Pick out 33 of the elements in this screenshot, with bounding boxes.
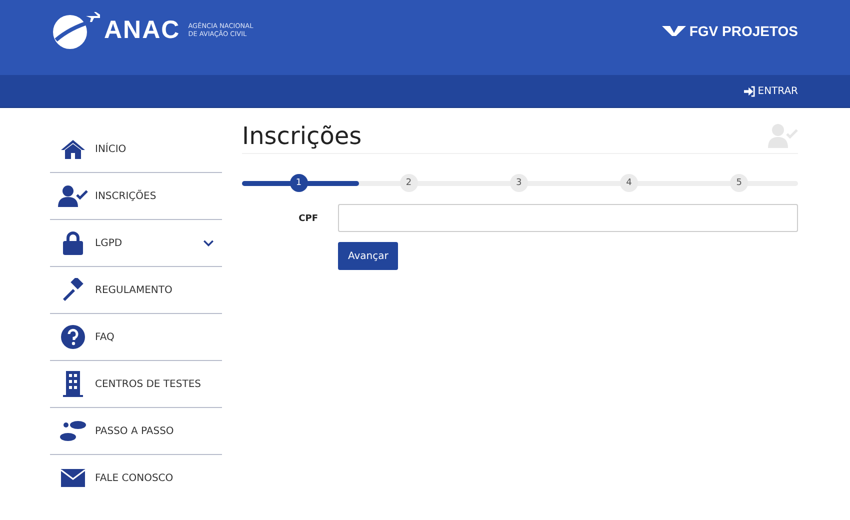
- step-indicator: 5: [730, 174, 748, 192]
- chevron-logo-icon: [662, 25, 686, 37]
- sidebar-item[interactable]: PASSO A PASSO: [50, 408, 222, 455]
- sidebar-item[interactable]: INÍCIO: [50, 126, 222, 173]
- logo-text: ANAC: [104, 16, 180, 44]
- home-icon: [60, 139, 84, 159]
- footprints-icon: [58, 420, 88, 442]
- help-icon: [60, 325, 84, 349]
- login-link[interactable]: ENTRAR: [744, 86, 798, 96]
- field-label: CPF: [298, 213, 318, 226]
- next-button[interactable]: Avançar: [338, 242, 398, 270]
- sidebar-item[interactable]: FAQ: [50, 314, 222, 361]
- sidebar-item[interactable]: REGULAMENTO: [50, 267, 222, 314]
- sidebar-item[interactable]: LGPD: [50, 220, 222, 267]
- airplane-circle-icon: [50, 10, 100, 50]
- gavel-icon: [60, 278, 84, 302]
- step-indicator: 4: [620, 174, 638, 192]
- cpf-input-field[interactable]: [338, 204, 798, 232]
- step-indicator: 1: [290, 174, 308, 192]
- partner-logo-text: FGV PROJETOS: [689, 23, 798, 39]
- user-check-icon: [768, 124, 798, 148]
- building-icon: [62, 371, 82, 397]
- sign-in-icon: [744, 86, 755, 96]
- user-check-icon: [58, 185, 88, 207]
- sidebar-item[interactable]: FALE CONOSCO: [50, 455, 222, 501]
- sidebar-item[interactable]: INSCRIÇÕES: [50, 173, 222, 220]
- step-indicator: 2: [400, 174, 418, 192]
- step-indicator: 3: [510, 174, 528, 192]
- lock-icon: [62, 231, 82, 255]
- chevron-down-icon: [203, 240, 214, 246]
- page-title: Inscrições: [242, 122, 362, 150]
- envelope-icon: [60, 469, 84, 487]
- sidebar-item[interactable]: CENTROS DE TESTES: [50, 361, 222, 408]
